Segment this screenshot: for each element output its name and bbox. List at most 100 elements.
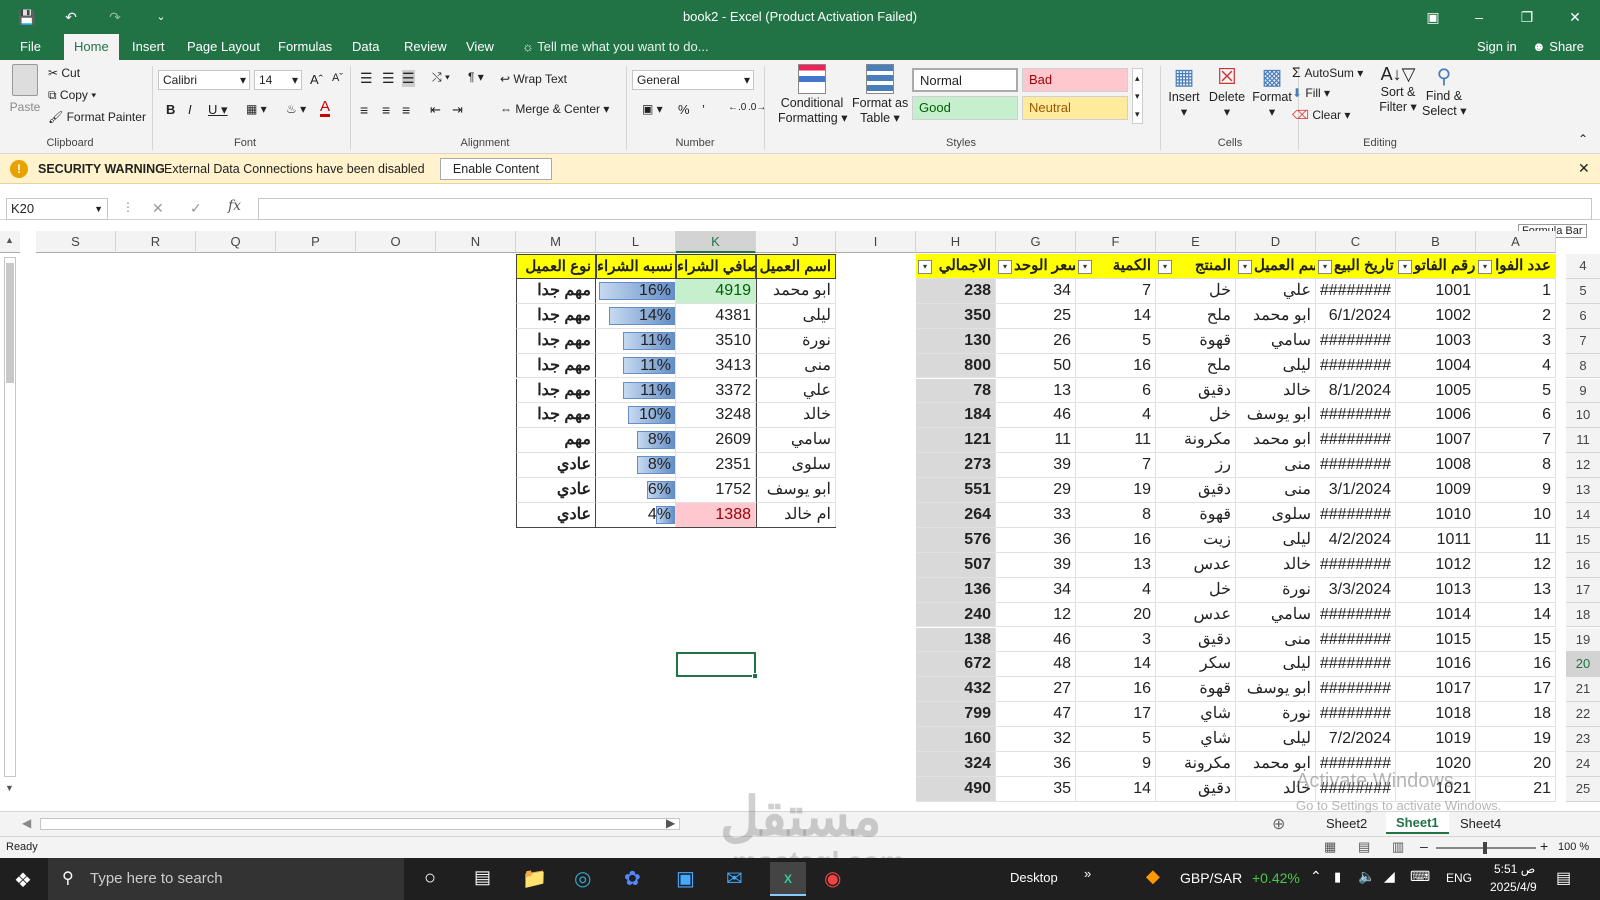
scroll-down-icon[interactable]: ▼ [5,783,14,793]
unit-price[interactable]: 13 [996,378,1076,404]
customer[interactable]: سلوى [1236,503,1316,528]
store-icon[interactable]: ▣ [676,866,695,891]
style-neutral[interactable]: Neutral [1022,96,1128,120]
conditional-formatting-button[interactable]: Conditional Formatting ▾ [778,64,848,125]
customer-type[interactable]: مهم جدا [516,328,596,354]
product[interactable]: دقيق [1156,478,1236,503]
unit-price[interactable]: 26 [996,328,1076,354]
styles-gallery-scroll[interactable]: ▴ ▾ ▾ [1132,68,1143,124]
quantity[interactable]: 8 [1076,503,1156,528]
row-header-13[interactable]: 13 [1566,478,1600,503]
net-purchase[interactable]: 2351 [676,453,756,479]
chevron-right-icon[interactable]: » [1084,866,1091,881]
customer-type[interactable]: عادي [516,503,596,528]
header-b[interactable]: ▾ رقم الفاتو [1396,254,1476,279]
invoice-count[interactable]: 14 [1476,602,1556,628]
row-header-16[interactable]: 16 [1566,552,1600,578]
quantity[interactable]: 9 [1076,752,1156,777]
purchase-ratio[interactable]: 6% [596,478,676,503]
quantity[interactable]: 13 [1076,552,1156,578]
sale-date[interactable]: ######## [1316,428,1396,454]
invoice-count[interactable]: 15 [1476,627,1556,653]
sign-in-link[interactable]: Sign in [1467,34,1527,60]
invoice-number[interactable]: 1013 [1396,577,1476,603]
column-header-j[interactable]: J [756,231,836,253]
row-header-20[interactable]: 20 [1566,652,1600,678]
taskbar-search-box[interactable]: ⚲ Type here to search [48,858,404,900]
purchase-ratio[interactable]: 11% [596,378,676,404]
italic-button[interactable]: I [188,102,192,117]
net-purchase[interactable]: 3248 [676,403,756,429]
style-bad[interactable]: Bad [1022,68,1128,92]
clear-button[interactable]: ⌫ Clear ▾ [1292,108,1350,122]
customer-name[interactable]: سامي [756,428,836,454]
find-select-button[interactable]: ⚲ Find & Select ▾ [1422,64,1467,118]
customer-name[interactable]: ابو محمد [756,278,836,304]
tab-file[interactable]: File [10,34,51,60]
selected-cell-k20[interactable] [676,652,756,678]
quantity[interactable]: 7 [1076,278,1156,304]
battery-icon[interactable]: ▮ [1334,869,1341,885]
column-header-c[interactable]: C [1316,231,1396,253]
sheet-tab-sheet1[interactable]: Sheet1 [1386,812,1449,834]
align-middle-icon[interactable]: ☰ [382,70,395,87]
insert-cells-button[interactable]: ▦ Insert ▾ [1164,64,1204,119]
total[interactable]: 432 [916,677,996,703]
column-header-l[interactable]: L [596,231,676,253]
zoom-in-icon[interactable]: + [1540,838,1548,854]
merge-center-button[interactable]: ⇔ Merge & Center ▾ [500,102,609,116]
sale-date[interactable]: ######## [1316,627,1396,653]
product[interactable]: خل [1156,577,1236,603]
desktop-toolbar[interactable]: Desktop [1010,870,1058,885]
unit-price[interactable]: 25 [996,303,1076,329]
chrome-icon[interactable]: ◉ [824,866,841,891]
customer-type[interactable]: مهم جدا [516,378,596,404]
header-c[interactable]: ▾ تاريخ البيع [1316,254,1396,279]
total[interactable]: 264 [916,503,996,528]
customer[interactable]: سامي [1236,602,1316,628]
ribbon-display-icon[interactable]: ▣ [1422,6,1444,28]
clock-time[interactable]: 5:51 ص [1494,862,1535,876]
customer-name[interactable]: ابو يوسف [756,478,836,503]
sheet-tab-sheet4[interactable]: Sheet4 [1452,814,1509,834]
zoom-level[interactable]: 100 % [1558,841,1589,853]
product[interactable]: خل [1156,403,1236,429]
sale-date[interactable]: ######## [1316,602,1396,628]
sale-date[interactable]: 4/2/2024 [1316,527,1396,553]
column-header-o[interactable]: O [356,231,436,253]
invoice-number[interactable]: 1007 [1396,428,1476,454]
header-d[interactable]: ▾اسم العميل [1236,254,1316,279]
unit-price[interactable]: 47 [996,702,1076,728]
total[interactable]: 160 [916,727,996,752]
clock-date[interactable]: 2025/4/9 [1490,880,1537,894]
header-m[interactable]: نوع العميل [516,254,596,279]
invoice-count[interactable]: 12 [1476,552,1556,578]
sale-date[interactable]: ######## [1316,652,1396,678]
invoice-number[interactable]: 1002 [1396,303,1476,329]
tab-page-layout[interactable]: Page Layout [177,34,270,60]
unit-price[interactable]: 46 [996,627,1076,653]
borders-icon[interactable]: ▦ ▾ [246,102,267,116]
total[interactable]: 273 [916,453,996,479]
vertical-scrollbar-thumb[interactable] [6,263,14,383]
app-icon[interactable]: ✿ [624,866,641,891]
currency-icon[interactable]: ▣ ▾ [642,102,663,116]
purchase-ratio[interactable]: 11% [596,353,676,379]
invoice-number[interactable]: 1003 [1396,328,1476,354]
product[interactable]: شاي [1156,727,1236,752]
row-header-18[interactable]: 18 [1566,602,1600,628]
orientation-icon[interactable]: ⤭ ▾ [432,70,450,85]
formula-input[interactable] [258,198,1592,220]
invoice-number[interactable]: 1011 [1396,527,1476,553]
product[interactable]: شاي [1156,702,1236,728]
product[interactable]: رز [1156,453,1236,479]
customer-type[interactable]: مهم جدا [516,403,596,429]
invoice-count[interactable]: 9 [1476,478,1556,503]
quantity[interactable]: 20 [1076,602,1156,628]
quantity[interactable]: 14 [1076,303,1156,329]
row-header-17[interactable]: 17 [1566,577,1600,603]
sale-date[interactable]: 3/3/2024 [1316,577,1396,603]
quantity[interactable]: 11 [1076,428,1156,454]
unit-price[interactable]: 32 [996,727,1076,752]
product[interactable]: قهوة [1156,503,1236,528]
